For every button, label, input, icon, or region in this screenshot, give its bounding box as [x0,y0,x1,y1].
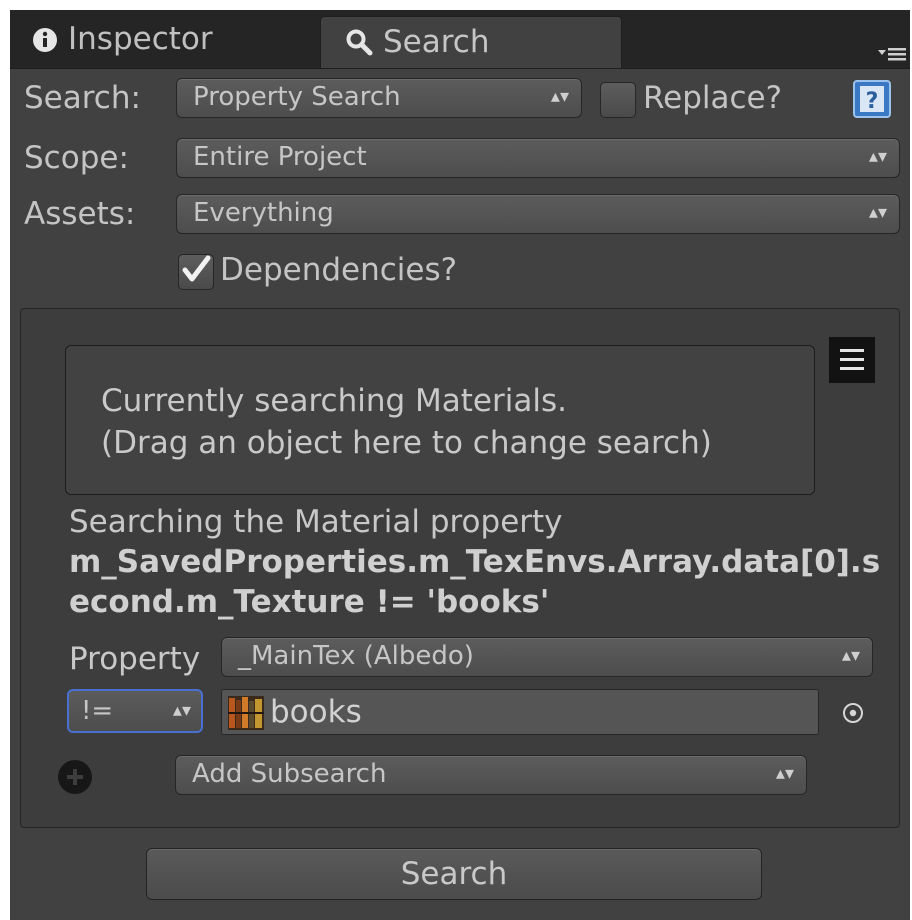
tab-inspector[interactable]: Inspector [32,10,317,68]
assets-dropdown[interactable]: Everything ▴▾ [176,194,900,234]
texture-object-field[interactable]: books [221,689,819,735]
tab-strip: Inspector Search [10,10,910,68]
info-icon [33,28,57,52]
assets-label: Assets: [24,196,136,232]
scope-dropdown[interactable]: Entire Project ▴▾ [176,138,900,178]
dropdown-arrows-icon: ▴▾ [868,146,887,167]
assets-value: Everything [193,198,334,228]
tab-search-label: Search [383,24,490,60]
help-icon[interactable]: ? [853,80,891,118]
subsearch-panel: Currently searching Materials. (Drag an … [20,308,900,828]
replace-label: Replace? [643,80,783,116]
add-subsearch-dropdown[interactable]: Add Subsearch ▴▾ [175,755,807,795]
property-dropdown[interactable]: _MainTex (Albedo) ▴▾ [221,637,873,677]
object-picker-icon[interactable] [841,701,865,725]
add-subsearch-value: Add Subsearch [192,759,387,789]
magnifier-icon [346,29,373,56]
window-menu-icon[interactable] [878,46,906,62]
dropdown-arrows-icon: ▴▾ [841,645,860,666]
search-window: Inspector Search Search: Property Search… [10,10,910,920]
replace-checkbox[interactable] [600,82,636,118]
property-description: Searching the Material property [69,504,563,540]
dropdown-arrows-icon: ▴▾ [550,86,569,107]
drop-zone-line-2: (Drag an object here to change search) [101,425,712,461]
operator-value: != [81,696,114,726]
search-button[interactable]: Search [146,848,762,900]
drop-zone-line-1: Currently searching Materials. [101,383,567,419]
scope-label: Scope: [24,140,129,176]
dropdown-arrows-icon: ▴▾ [172,700,191,721]
dropdown-arrows-icon: ▴▾ [868,202,887,223]
operator-dropdown[interactable]: != ▴▾ [67,689,203,733]
search-mode-dropdown[interactable]: Property Search ▴▾ [176,78,582,118]
property-path-line-2: econd.m_Texture != 'books' [69,584,550,620]
checkmark-icon [182,255,211,282]
books-texture-thumbnail [228,696,264,730]
svg-text:?: ? [866,89,879,114]
texture-object-value: books [270,694,362,730]
tab-inspector-label: Inspector [68,21,213,57]
property-path-line-1: m_SavedProperties.m_TexEnvs.Array.data[0… [69,544,881,580]
dropdown-arrows-icon: ▴▾ [775,763,794,784]
object-drop-zone[interactable]: Currently searching Materials. (Drag an … [65,345,815,495]
add-subsearch-plus-icon[interactable] [57,759,93,795]
tab-divider [10,68,910,69]
dependencies-checkbox[interactable] [178,254,214,290]
property-label: Property [69,641,201,677]
dependencies-label: Dependencies? [220,252,458,288]
scope-value: Entire Project [193,142,367,172]
search-mode-value: Property Search [193,82,401,112]
search-mode-label: Search: [24,80,141,116]
tab-search[interactable]: Search [320,16,622,68]
subsearch-menu-icon[interactable] [829,337,875,383]
property-value: _MainTex (Albedo) [238,641,474,671]
